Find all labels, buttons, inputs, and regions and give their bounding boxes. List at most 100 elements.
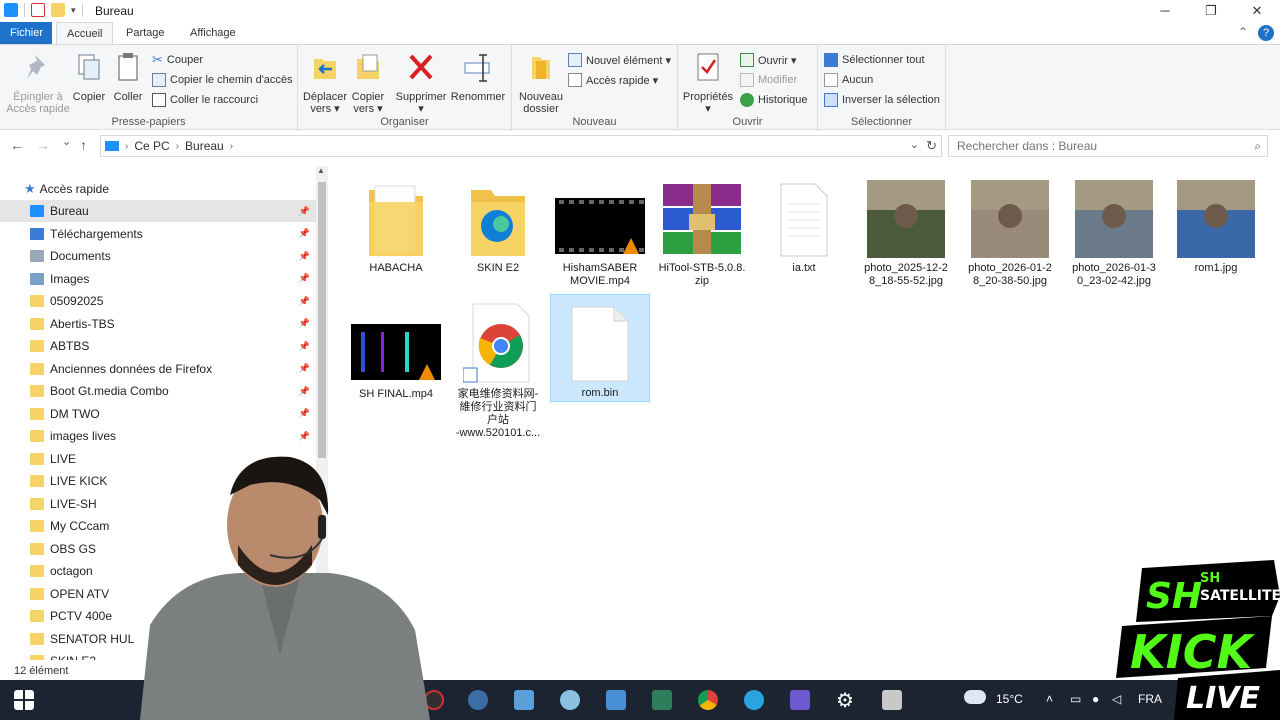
file-name: ia.txt bbox=[792, 262, 816, 274]
properties-icon[interactable] bbox=[31, 3, 45, 17]
file-item[interactable]: photo_2026-01-3 0_23-02-42.jpg bbox=[1064, 174, 1164, 288]
help-icon[interactable]: ? bbox=[1258, 25, 1274, 41]
pin-icon: 📌 bbox=[298, 318, 310, 328]
windows-start-icon[interactable] bbox=[14, 690, 34, 710]
monitor-app-icon[interactable] bbox=[514, 690, 534, 710]
weather-icon[interactable] bbox=[964, 690, 986, 704]
address-bar[interactable]: › Ce PC › Bureau › ⌄ ↻ bbox=[100, 135, 942, 157]
new-folder-button[interactable]: Nouveau dossier bbox=[516, 51, 566, 115]
delete-button[interactable]: Supprimer ▾ bbox=[394, 51, 448, 115]
magic-app-icon[interactable] bbox=[790, 690, 810, 710]
move-to-button[interactable]: Déplacer vers ▾ bbox=[302, 51, 348, 115]
sidebar-item[interactable]: ABTBS 📌 bbox=[0, 335, 316, 357]
search-icon[interactable]: ⌕ bbox=[1254, 139, 1261, 154]
calculator-icon[interactable] bbox=[606, 690, 626, 710]
microphone-icon[interactable]: ● bbox=[1092, 692, 1099, 706]
tab-home[interactable]: Accueil bbox=[56, 22, 114, 44]
tab-file[interactable]: Fichier bbox=[0, 22, 52, 44]
sidebar-item[interactable]: DM TWO 📌 bbox=[0, 403, 316, 425]
telegram-icon[interactable] bbox=[744, 690, 764, 710]
new-item-button[interactable]: Nouvel élément ▾ bbox=[568, 51, 671, 69]
scroll-up-arrow[interactable]: ▲ bbox=[317, 166, 325, 175]
chrome-icon[interactable] bbox=[698, 690, 718, 710]
breadcrumb-desktop[interactable]: Bureau bbox=[185, 139, 224, 153]
new-item-label: Nouvel élément ▾ bbox=[586, 54, 672, 67]
tray-overflow-icon[interactable]: ˄ bbox=[1046, 692, 1053, 706]
file-item[interactable]: photo_2026-01-2 8_20-38-50.jpg bbox=[960, 174, 1060, 288]
select-all-icon bbox=[824, 53, 838, 67]
copy-path-button[interactable]: Copier le chemin d'accès bbox=[152, 71, 293, 89]
new-folder-icon[interactable] bbox=[51, 3, 65, 17]
sidebar-item[interactable]: Documents 📌 bbox=[0, 245, 316, 267]
open-button[interactable]: Ouvrir ▾ bbox=[740, 51, 797, 69]
file-name: HABACHA bbox=[369, 262, 423, 274]
refresh-button[interactable]: ↻ bbox=[926, 138, 937, 154]
weather-temperature[interactable]: 15°C bbox=[996, 692, 1023, 706]
network-icon[interactable]: ▭ bbox=[1070, 692, 1081, 706]
file-item[interactable]: rom.bin bbox=[550, 294, 650, 402]
network-app-icon[interactable] bbox=[652, 690, 672, 710]
tool-app-icon[interactable] bbox=[560, 690, 580, 710]
sidebar-item[interactable]: Boot Gt.media Combo 📌 bbox=[0, 380, 316, 402]
breadcrumb-separator[interactable]: › bbox=[230, 141, 233, 152]
select-none-button[interactable]: Aucun bbox=[824, 71, 873, 89]
minimize-button[interactable]: ─ bbox=[1142, 0, 1188, 22]
sidebar-item[interactable]: 05092025 📌 bbox=[0, 290, 316, 312]
sidebar-quick-access[interactable]: ★ Accès rapide bbox=[0, 178, 316, 200]
app-icon[interactable] bbox=[468, 690, 488, 710]
search-input[interactable] bbox=[949, 136, 1239, 156]
copy-to-button[interactable]: Copier vers ▾ bbox=[348, 51, 388, 115]
folder-icon bbox=[30, 385, 44, 397]
file-item[interactable]: HABACHA bbox=[346, 174, 446, 275]
sidebar-item-label: LIVE-SH bbox=[50, 496, 97, 511]
breadcrumb-separator[interactable]: › bbox=[125, 141, 128, 152]
easy-access-button[interactable]: Accès rapide ▾ bbox=[568, 71, 658, 89]
scroll-thumb[interactable] bbox=[318, 182, 326, 458]
easy-access-label: Accès rapide ▾ bbox=[586, 74, 659, 87]
maximize-button[interactable]: ❐ bbox=[1188, 0, 1234, 22]
up-button[interactable]: ↑ bbox=[80, 137, 87, 153]
sidebar-item[interactable]: Abertis-TBS 📌 bbox=[0, 313, 316, 335]
file-item[interactable]: photo_2025-12-2 8_18-55-52.jpg bbox=[856, 174, 956, 288]
cut-button[interactable]: ✂ Couper bbox=[152, 51, 203, 69]
file-item[interactable]: ia.txt bbox=[754, 174, 854, 275]
rename-button[interactable]: Renommer bbox=[450, 51, 506, 103]
settings-icon[interactable]: ⚙ bbox=[836, 688, 854, 713]
file-item[interactable]: HishamSABER MOVIE.mp4 bbox=[550, 174, 650, 288]
sidebar-item[interactable]: Anciennes données de Firefox 📌 bbox=[0, 358, 316, 380]
sidebar-item[interactable]: images lives 📌 bbox=[0, 425, 316, 447]
file-name: photo_2025-12-2 8_18-55-52.jpg bbox=[864, 262, 948, 287]
tab-share[interactable]: Partage bbox=[116, 22, 175, 44]
close-button[interactable]: ✕ bbox=[1234, 0, 1280, 22]
file-item[interactable]: SKIN E2 bbox=[448, 174, 548, 275]
recent-locations-button[interactable]: ⌄ bbox=[62, 135, 71, 148]
collapse-ribbon-icon[interactable]: ⌃ bbox=[1238, 25, 1248, 41]
paste-button[interactable]: Coller bbox=[110, 51, 146, 103]
file-item[interactable]: HiTool-STB-5.0.8. zip bbox=[652, 174, 752, 288]
sidebar-item[interactable]: Bureau 📌 bbox=[0, 200, 316, 222]
select-all-button[interactable]: Sélectionner tout bbox=[824, 51, 925, 69]
properties-button[interactable]: Propriétés ▾ bbox=[682, 51, 734, 115]
forward-button[interactable]: → bbox=[36, 137, 50, 153]
copy-button[interactable]: Copier bbox=[70, 51, 108, 103]
satellite-text: SATELLITE bbox=[1200, 588, 1280, 604]
package-app-icon[interactable] bbox=[882, 690, 902, 710]
history-button[interactable]: Historique bbox=[740, 91, 808, 109]
breadcrumb-separator[interactable]: › bbox=[176, 141, 179, 152]
breadcrumb-this-pc[interactable]: Ce PC bbox=[134, 139, 169, 153]
sidebar-item[interactable]: Images 📌 bbox=[0, 268, 316, 290]
tab-view[interactable]: Affichage bbox=[180, 22, 246, 44]
file-item[interactable]: SH FINAL.mp4 bbox=[346, 300, 446, 401]
file-item[interactable]: 家电维修资料网- 維修行业资料门 户站 -www.520101.c... bbox=[448, 300, 548, 440]
pin-quick-access-button[interactable]: Épingler à Accès rapide bbox=[6, 51, 70, 115]
sidebar-item[interactable]: Téléchargements 📌 bbox=[0, 223, 316, 245]
back-button[interactable]: ← bbox=[10, 137, 24, 153]
search-box[interactable]: ⌕ bbox=[948, 135, 1268, 157]
address-dropdown-button[interactable]: ⌄ bbox=[910, 138, 919, 151]
invert-selection-button[interactable]: Inverser la sélection bbox=[824, 91, 940, 109]
modify-button[interactable]: Modifier bbox=[740, 71, 797, 89]
file-name: rom1.jpg bbox=[1194, 262, 1238, 274]
customize-toolbar-icon[interactable]: ▾ bbox=[71, 5, 76, 16]
paste-shortcut-button[interactable]: Coller le raccourci bbox=[152, 91, 258, 109]
file-item[interactable]: rom1.jpg bbox=[1166, 174, 1266, 275]
